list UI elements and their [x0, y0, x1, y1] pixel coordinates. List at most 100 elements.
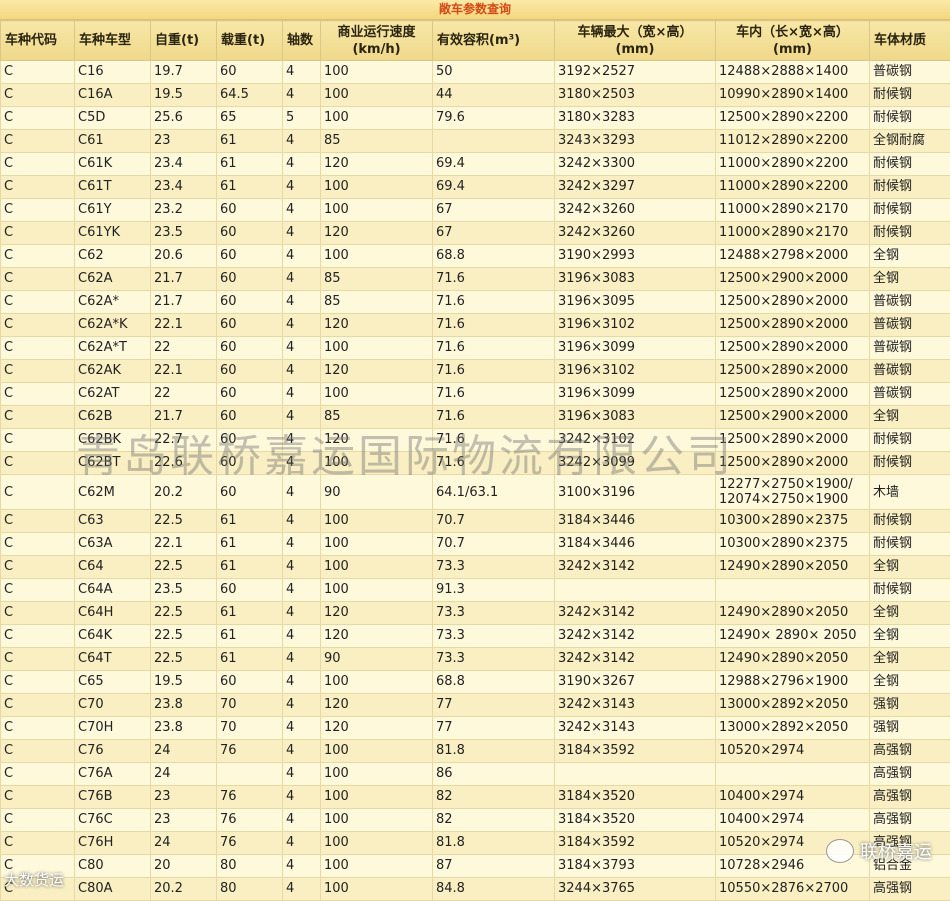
table-cell: C [1, 429, 75, 452]
table-cell: 4 [283, 176, 321, 199]
table-title: 敞车参数查询 [0, 0, 950, 20]
table-cell: 20.2 [151, 475, 217, 510]
table-cell: C [1, 648, 75, 671]
table-cell: 木墙 [870, 475, 950, 510]
table-cell: 61 [217, 533, 283, 556]
table-cell: 20.2 [151, 878, 217, 901]
table-cell: 120 [321, 694, 433, 717]
table-cell: 70 [217, 717, 283, 740]
table-cell: 12500×2900×2000 [716, 406, 870, 429]
table-cell: C [1, 579, 75, 602]
table-cell: 22.5 [151, 556, 217, 579]
car-parameter-table: 车种代码车种车型自重(t)载重(t)轴数商业运行速度(km/h)有效容积(m³)… [0, 20, 950, 901]
table-cell: 4 [283, 268, 321, 291]
table-cell: 12490×2890×2050 [716, 602, 870, 625]
table-cell: 81.8 [433, 832, 555, 855]
table-cell: 22.5 [151, 625, 217, 648]
table-cell: 10400×2974 [716, 786, 870, 809]
table-row: CC61K23.461412069.43242×330011000×2890×2… [1, 153, 950, 176]
table-cell: 85 [321, 406, 433, 429]
table-cell: 12500×2890×2000 [716, 383, 870, 406]
table-cell: 3196×3083 [555, 406, 716, 429]
table-cell: 81.8 [433, 740, 555, 763]
table-cell: 60 [217, 429, 283, 452]
table-cell: 70.7 [433, 510, 555, 533]
table-cell: C62A [75, 268, 151, 291]
table-cell: 高强钢 [870, 878, 950, 901]
table-cell: 73.3 [433, 602, 555, 625]
table-cell: 19.5 [151, 84, 217, 107]
column-header: 车辆最大（宽×高）(mm) [555, 21, 716, 61]
table-cell [433, 130, 555, 153]
table-row: CC76A24410086高强钢 [1, 763, 950, 786]
table-cell: 60 [217, 360, 283, 383]
table-cell: 69.4 [433, 153, 555, 176]
table-cell: 22 [151, 337, 217, 360]
table-cell: 60 [217, 383, 283, 406]
table-cell: 100 [321, 556, 433, 579]
table-row: CC62M20.26049064.1/63.13100×319612277×27… [1, 475, 950, 510]
table-cell: 11000×2890×2200 [716, 153, 870, 176]
table-cell: 4 [283, 475, 321, 510]
table-row: CC7023.8704120773242×314313000×2892×2050… [1, 694, 950, 717]
table-cell: 3180×2503 [555, 84, 716, 107]
table-cell: 22.1 [151, 314, 217, 337]
table-cell: 10550×2876×2700 [716, 878, 870, 901]
table-cell: 120 [321, 429, 433, 452]
table-cell: 3242×3142 [555, 648, 716, 671]
table-cell: 21.7 [151, 268, 217, 291]
table-cell: C61K [75, 153, 151, 176]
table-cell: 3242×3260 [555, 222, 716, 245]
table-cell: C [1, 740, 75, 763]
table-cell: 22.7 [151, 429, 217, 452]
table-cell: 60 [217, 337, 283, 360]
table-cell: 全钢 [870, 671, 950, 694]
table-row: CC62A21.76048571.63196×308312500×2900×20… [1, 268, 950, 291]
table-cell: 全钢耐腐 [870, 130, 950, 153]
table-cell: 70.7 [433, 533, 555, 556]
table-cell: C64A [75, 579, 151, 602]
table-cell: 24 [151, 763, 217, 786]
table-cell: 91.3 [433, 579, 555, 602]
table-cell: 80 [217, 855, 283, 878]
table-cell: 76 [217, 786, 283, 809]
table-cell: 3242×3297 [555, 176, 716, 199]
table-cell: C76B [75, 786, 151, 809]
table-cell: C76 [75, 740, 151, 763]
table-cell: 76 [217, 740, 283, 763]
table-cell [555, 763, 716, 786]
table-cell: C16 [75, 61, 151, 84]
table-row: CC6519.560410068.83190×326712988×2796×19… [1, 671, 950, 694]
table-cell: 4 [283, 153, 321, 176]
table-cell: 4 [283, 337, 321, 360]
column-header: 车种车型 [75, 21, 151, 61]
header-row: 车种代码车种车型自重(t)载重(t)轴数商业运行速度(km/h)有效容积(m³)… [1, 21, 950, 61]
table-cell: C62BT [75, 452, 151, 475]
table-cell: 61 [217, 625, 283, 648]
table-cell: C [1, 475, 75, 510]
table-cell: 耐候钢 [870, 222, 950, 245]
table-cell: C [1, 625, 75, 648]
table-cell: 100 [321, 786, 433, 809]
table-cell: 68.8 [433, 671, 555, 694]
table-cell: 3243×3293 [555, 130, 716, 153]
table-cell: 65 [217, 107, 283, 130]
table-row: CC61YK23.5604120673242×326011000×2890×21… [1, 222, 950, 245]
table-cell: 3184×3446 [555, 510, 716, 533]
table-cell: C [1, 510, 75, 533]
table-cell: 全钢 [870, 406, 950, 429]
table-cell: 24 [151, 740, 217, 763]
table-cell: 61 [217, 510, 283, 533]
table-cell: 11000×2890×2170 [716, 222, 870, 245]
table-cell: C [1, 809, 75, 832]
table-cell: 77 [433, 694, 555, 717]
table-cell: 4 [283, 878, 321, 901]
table-row: CC1619.7604100503192×252712488×2888×1400… [1, 61, 950, 84]
table-cell: 73.3 [433, 556, 555, 579]
table-row: CC80A20.280410084.83244×376510550×2876×2… [1, 878, 950, 901]
column-header: 有效容积(m³) [433, 21, 555, 61]
table-cell: 普碳钢 [870, 61, 950, 84]
table-cell: 20 [151, 855, 217, 878]
table-cell: 4 [283, 406, 321, 429]
table-cell: 高强钢 [870, 809, 950, 832]
